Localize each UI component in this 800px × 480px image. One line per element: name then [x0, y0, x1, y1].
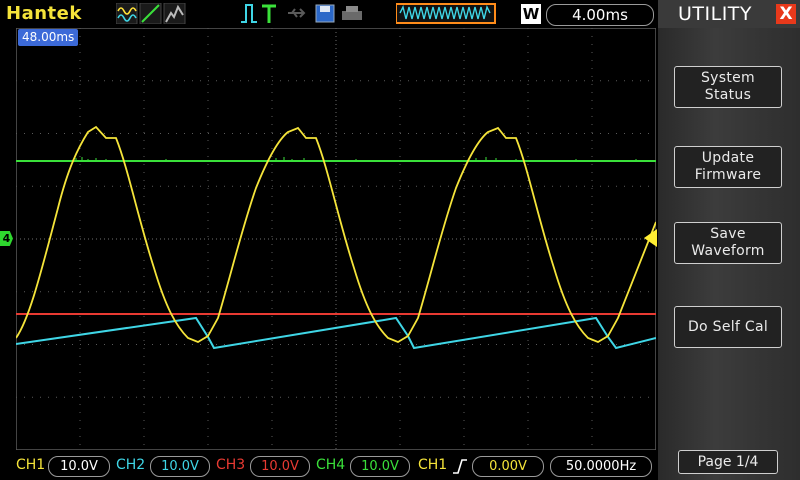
trigger-edge-icon[interactable]	[240, 3, 280, 24]
bottom-status-bar: CH1 10.0V CH2 10.0V CH3 10.0V CH4 10.0V …	[0, 452, 656, 480]
trigger-position-tag[interactable]: 48.00ms	[18, 29, 79, 46]
ch2-volts[interactable]: 10.0V	[150, 456, 210, 477]
usb-save-print-icons[interactable]	[286, 3, 366, 24]
graticule-grid	[16, 28, 656, 450]
timebase-readout[interactable]: 4.00ms	[546, 4, 654, 26]
ch4-volts[interactable]: 10.0V	[350, 456, 410, 477]
menu-title-bar: UTILITY X	[658, 0, 800, 28]
ch1-volts[interactable]: 10.0V	[48, 456, 110, 477]
ch1-label[interactable]: CH1	[16, 457, 45, 473]
update-firmware-button[interactable]: Update Firmware	[674, 146, 782, 188]
ch4-position-marker[interactable]: 4	[0, 231, 13, 246]
trigger-frequency: 50.0000Hz	[550, 456, 652, 477]
save-waveform-button[interactable]: Save Waveform	[674, 222, 782, 264]
ch3-label[interactable]: CH3	[216, 457, 245, 473]
waveform-type-icons[interactable]	[116, 3, 192, 24]
timebase-mode-badge: W	[521, 4, 541, 24]
trigger-level[interactable]: 0.00V	[472, 456, 544, 477]
close-icon[interactable]: X	[776, 4, 796, 24]
trigger-source[interactable]: CH1	[418, 457, 447, 473]
rising-edge-icon	[453, 459, 467, 474]
ch2-label[interactable]: CH2	[116, 457, 145, 473]
ch4-label[interactable]: CH4	[316, 457, 345, 473]
utility-menu: UTILITY X System Status Update Firmware …	[658, 0, 800, 480]
brand-logo: Hantek	[6, 3, 82, 24]
top-status-bar: Hantek W 4.00ms	[0, 0, 656, 28]
menu-title: UTILITY	[678, 3, 753, 25]
scope-screen[interactable]	[16, 28, 656, 450]
memory-depth-icon[interactable]	[396, 3, 496, 24]
ch1-trace	[16, 125, 656, 344]
system-status-button[interactable]: System Status	[674, 66, 782, 108]
self-cal-button[interactable]: Do Self Cal	[674, 306, 782, 348]
page-indicator-button[interactable]: Page 1/4	[678, 450, 778, 474]
ch3-volts[interactable]: 10.0V	[250, 456, 310, 477]
